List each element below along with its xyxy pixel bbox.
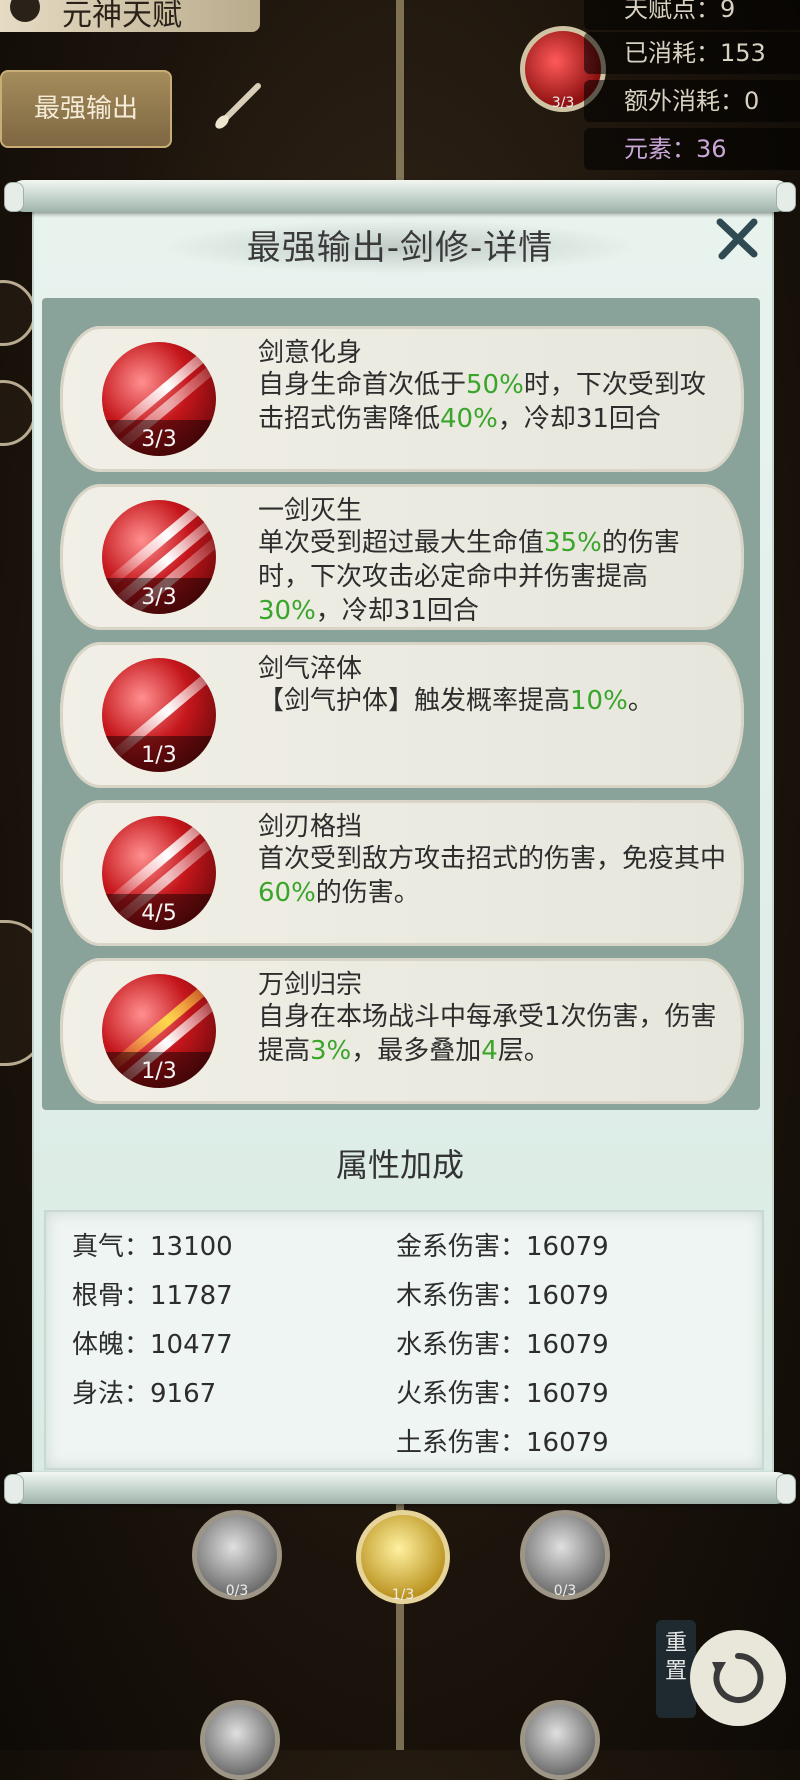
reset-button[interactable] [690, 1630, 786, 1726]
highlight-value: 30% [258, 596, 316, 626]
moon-icon [10, 0, 40, 22]
talent-name: 剑气淬体 [258, 654, 363, 684]
talent-list: 3/3 剑意化身 自身生命首次低于50%时，下次受到攻击招式伤害降低40%，冷却… [42, 298, 760, 1110]
talent-points-stat: 天赋点：9 [584, 0, 800, 30]
best-output-button[interactable]: 最强输出 [0, 70, 172, 148]
talent-description: 自身在本场战斗中每承受1次伤害，伤害提高3%，最多叠加4层。 [258, 1000, 728, 1068]
attributes-box: 真气：13100 根骨：11787 体魄：10477 身法：9167 金系伤害：… [44, 1210, 764, 1470]
attributes-title: 属性加成 [335, 1146, 464, 1184]
attribute-item: 土系伤害：16079 [396, 1428, 609, 1458]
description-text: 单次受到超过最大生命值 [258, 528, 545, 558]
dialog-title: 最强输出-剑修-详情 [246, 228, 554, 268]
highlight-value: 60% [258, 878, 316, 908]
side-node[interactable] [0, 380, 36, 446]
myriad-swords-icon: 1/3 [102, 974, 216, 1088]
description-text: 的伤害。 [315, 878, 420, 908]
talent-level: 3/3 [141, 585, 177, 610]
talent-card[interactable]: 3/3 剑意化身 自身生命首次低于50%时，下次受到攻击招式伤害降低40%，冷却… [60, 326, 744, 472]
attribute-item: 身法：9167 [72, 1379, 217, 1409]
description-text: ，冷却31回合 [315, 596, 479, 626]
attribute-item: 木系伤害：16079 [396, 1281, 609, 1311]
talent-name: 万剑归宗 [258, 970, 363, 1000]
attribute-item: 真气：13100 [72, 1232, 233, 1262]
talent-name: 剑刃格挡 [258, 812, 363, 842]
talent-level: 3/3 [141, 427, 177, 452]
reset-icon [712, 1652, 764, 1703]
sword-aura-icon: 3/3 [102, 342, 216, 456]
talent-description: 首次受到敌方攻击招式的伤害，免疫其中 60%的伤害。 [258, 842, 728, 910]
talent-card[interactable]: 4/5 剑刃格挡 首次受到敌方攻击招式的伤害，免疫其中 60%的伤害。 [60, 800, 744, 946]
page-title: 元神天赋 [62, 0, 182, 33]
close-icon [716, 218, 758, 260]
talent-card[interactable]: 1/3 万剑归宗 自身在本场战斗中每承受1次伤害，伤害提高3%，最多叠加4层。 [60, 958, 744, 1104]
highlight-value: 35% [544, 528, 602, 558]
node-count: 0/3 [225, 1583, 249, 1599]
talent-level: 1/3 [141, 1059, 177, 1084]
brush-icon[interactable] [212, 80, 266, 130]
talent-node-bottom-left[interactable]: 0/3 [192, 1510, 282, 1600]
description-text: ，冷却31回合 [497, 404, 661, 434]
page-header: 元神天赋 [0, 0, 260, 33]
element-stat: 元素：36 [584, 128, 800, 170]
highlight-value: 4 [481, 1036, 498, 1066]
description-text: ，最多叠加 [351, 1036, 482, 1066]
talent-node-lower[interactable] [520, 1700, 600, 1780]
spent-points-stat: 已消耗：153 [584, 32, 800, 74]
description-text: 。 [627, 686, 654, 716]
talent-card[interactable]: 3/3 一剑灭生 单次受到超过最大生命值35%的伤害时，下次攻击必定命中并伤害提… [60, 484, 744, 630]
talent-level: 4/5 [141, 901, 177, 926]
side-node[interactable] [0, 280, 36, 346]
attribute-item: 体魄：10477 [72, 1330, 233, 1360]
description-text: 层。 [497, 1036, 550, 1066]
talent-level: 1/3 [141, 743, 177, 768]
talent-node-bottom-center[interactable]: 1/3 [356, 1510, 450, 1604]
highlight-value: 50% [466, 370, 524, 400]
blade-block-icon: 4/5 [102, 816, 216, 930]
sword-slash-icon: 3/3 [102, 500, 216, 614]
talent-card[interactable]: 1/3 剑气淬体 【剑气护体】触发概率提高10%。 [60, 642, 744, 788]
attribute-item: 根骨：11787 [72, 1281, 233, 1311]
description-text: 自身生命首次低于 [258, 370, 467, 400]
highlight-value: 10% [570, 686, 628, 716]
scroll-rod-bottom [4, 1472, 796, 1504]
talent-description: 【剑气护体】触发概率提高10%。 [258, 684, 728, 718]
talent-node-bottom-right[interactable]: 0/3 [520, 1510, 610, 1600]
description-text: 【剑气护体】触发概率提高 [258, 686, 571, 716]
attribute-item: 火系伤害：16079 [396, 1379, 609, 1409]
node-count: 1/3 [391, 1587, 415, 1603]
close-button[interactable] [712, 214, 762, 264]
highlight-value: 40% [440, 404, 498, 434]
description-text: 首次受到敌方攻击招式的伤害，免疫其中 [258, 844, 727, 874]
talent-name: 一剑灭生 [258, 496, 363, 526]
extra-cost-stat: 额外消耗：0 [584, 80, 800, 122]
talent-description: 单次受到超过最大生命值35%的伤害时，下次攻击必定命中并伤害提高30%，冷却31… [258, 526, 728, 626]
talent-name: 剑意化身 [258, 338, 363, 368]
node-count: 0/3 [553, 1583, 577, 1599]
attribute-item: 水系伤害：16079 [396, 1330, 609, 1360]
talent-description: 自身生命首次低于50%时，下次受到攻击招式伤害降低40%，冷却31回合 [258, 368, 728, 436]
talent-node-lower[interactable] [200, 1700, 280, 1780]
sword-qi-icon: 1/3 [102, 658, 216, 772]
highlight-value: 3% [310, 1036, 352, 1066]
scroll-rod-top [4, 180, 796, 212]
attribute-item: 金系伤害：16079 [396, 1232, 609, 1262]
